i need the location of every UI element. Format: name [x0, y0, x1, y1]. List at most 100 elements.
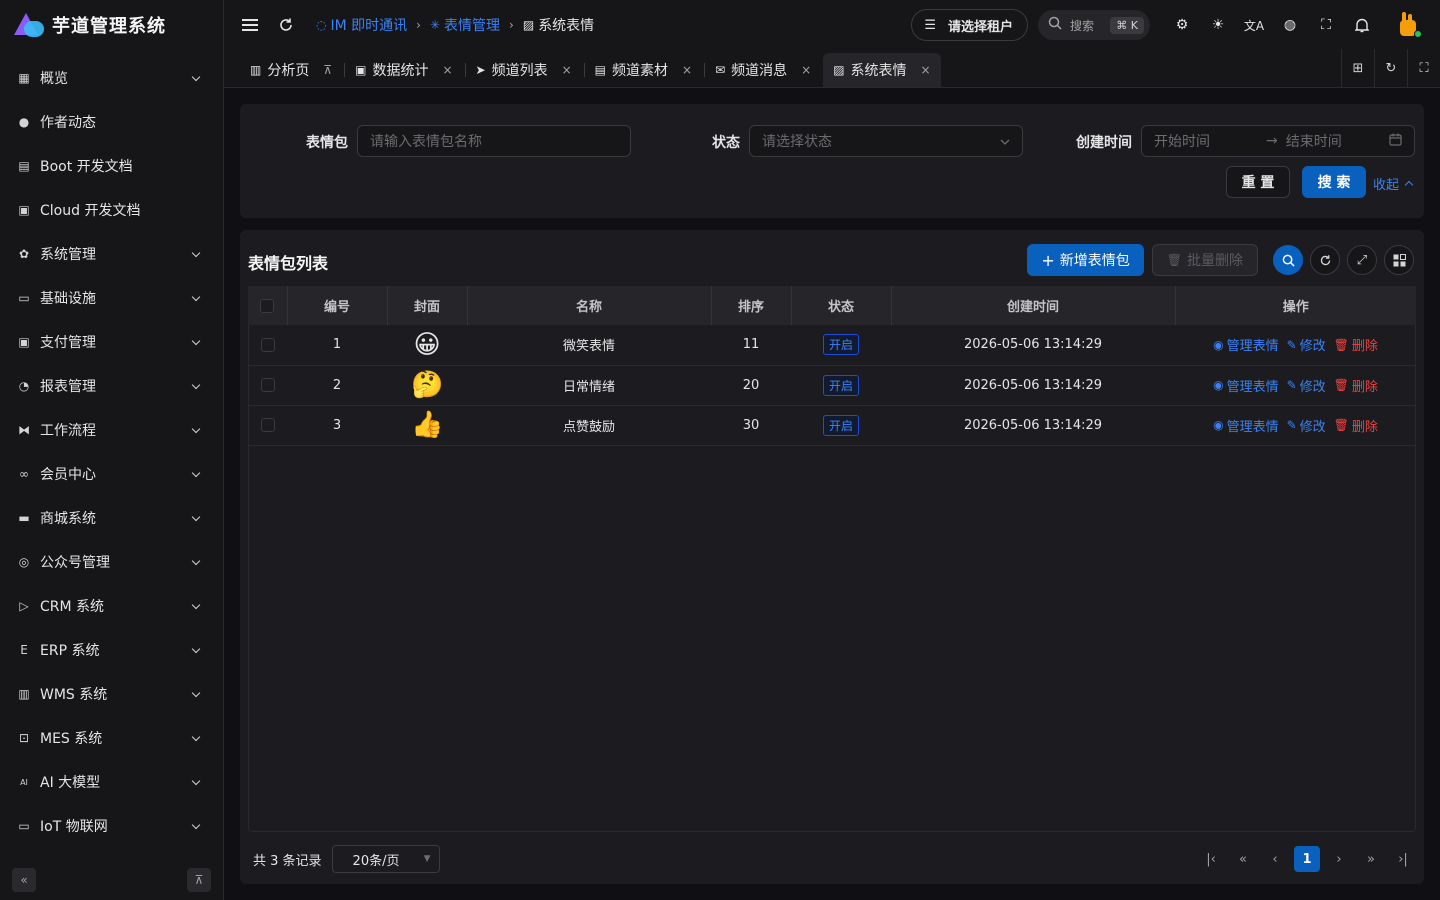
batch-delete-button[interactable]: 🗑 批量删除: [1151, 244, 1258, 276]
sidebar-item[interactable]: ● 作者动态: [0, 100, 223, 144]
tab-item[interactable]: ➤ 频道列表 ×: [466, 53, 582, 87]
first-page-button[interactable]: |‹: [1198, 846, 1224, 872]
delete-button[interactable]: 🗑 删除: [1334, 376, 1378, 395]
sidebar-item[interactable]: ▣ 支付管理: [0, 320, 223, 364]
tab-item[interactable]: ▥ 分析页 ⊼: [240, 53, 342, 87]
sidebar-item[interactable]: ▥ WMS 系统: [0, 672, 223, 716]
sidebar-item[interactable]: ✿ 系统管理: [0, 232, 223, 276]
tab-menu-button[interactable]: ⊞: [1341, 49, 1374, 87]
row-select-cell: [248, 405, 287, 446]
sidebar-item[interactable]: ▭ IoT 物联网: [0, 804, 223, 848]
sidebar-item[interactable]: ▦ 概览: [0, 56, 223, 100]
chevron-down-icon: [189, 511, 203, 525]
breadcrumb-item[interactable]: ◌ IM 即时通讯: [316, 15, 407, 35]
sidebar-item[interactable]: ▣ Cloud 开发文档: [0, 188, 223, 232]
tab-maximize-button[interactable]: ⛶: [1407, 49, 1440, 87]
notification-button[interactable]: [1344, 7, 1380, 43]
sidebar-item[interactable]: ∞ 会员中心: [0, 452, 223, 496]
search-button[interactable]: 搜 索: [1302, 166, 1366, 198]
fullscreen-button[interactable]: ⛶: [1308, 7, 1344, 43]
tab-item[interactable]: ▨ 系统表情 ×: [823, 53, 941, 87]
status-select[interactable]: 请选择状态: [749, 125, 1023, 157]
global-search[interactable]: 搜索 ⌘ K: [1038, 10, 1150, 40]
edit-button[interactable]: ✎ 修改: [1287, 416, 1326, 435]
chevron-down-icon: [189, 423, 203, 437]
pin-icon[interactable]: ⊼: [323, 63, 332, 77]
delete-button[interactable]: 🗑 删除: [1333, 335, 1378, 355]
tenant-selector[interactable]: ☰ 请选择租户: [911, 9, 1028, 41]
table-fullscreen-button[interactable]: ⤢: [1347, 245, 1377, 275]
add-pack-button[interactable]: + 新增表情包: [1027, 244, 1144, 276]
sidebar-item[interactable]: ◎ 公众号管理: [0, 540, 223, 584]
timezone-button[interactable]: ◍: [1272, 7, 1308, 43]
sidebar-item[interactable]: ◔ 报表管理: [0, 364, 223, 408]
next-page-button[interactable]: ›: [1326, 846, 1352, 872]
toggle-search-button[interactable]: [1273, 245, 1303, 275]
breadcrumb-item[interactable]: ▨ 系统表情: [523, 15, 594, 35]
column-settings-button[interactable]: [1384, 245, 1414, 275]
collapse-sidebar-button[interactable]: «: [12, 868, 36, 892]
sidebar-item[interactable]: ⧓ 工作流程: [0, 408, 223, 452]
close-icon[interactable]: ×: [562, 63, 572, 77]
logo[interactable]: 芋道管理系统: [0, 0, 223, 50]
page-number-button[interactable]: 1: [1294, 846, 1320, 872]
page-size-select[interactable]: 20条/页 ▼: [331, 845, 440, 873]
tab-label: 频道列表: [491, 63, 548, 79]
last-page-button[interactable]: ›|: [1390, 846, 1416, 872]
column-header[interactable]: 创建时间: [891, 286, 1176, 325]
pack-name-input[interactable]: 请输入表情包名称: [357, 125, 631, 157]
manage-emoji-button[interactable]: ◉ 管理表情: [1213, 335, 1279, 355]
next-five-pages-button[interactable]: »: [1358, 846, 1384, 872]
refresh-button[interactable]: [276, 15, 296, 35]
avatar[interactable]: [1394, 10, 1424, 40]
close-icon[interactable]: ×: [921, 63, 931, 77]
table-refresh-button[interactable]: [1310, 245, 1340, 275]
edit-button[interactable]: ✎ 修改: [1287, 335, 1326, 355]
reset-button[interactable]: 重 置: [1226, 166, 1290, 198]
sidebar-item[interactable]: ⊡ MES 系统: [0, 716, 223, 760]
tab-item[interactable]: ▣ 数据统计 ×: [345, 53, 462, 87]
tab-refresh-button[interactable]: ↻: [1374, 49, 1407, 87]
cover-image[interactable]: 🤔: [411, 369, 443, 401]
manage-emoji-button[interactable]: ◉ 管理表情: [1213, 416, 1279, 435]
breadcrumb-item[interactable]: ✳ 表情管理: [430, 15, 500, 35]
sidebar-item[interactable]: ▷ CRM 系统: [0, 584, 223, 628]
sidebar-item[interactable]: ▬ 商城系统: [0, 496, 223, 540]
sidebar-item[interactable]: AI AI 大模型: [0, 760, 223, 804]
tab-item[interactable]: ✉ 频道消息 ×: [705, 53, 821, 87]
close-icon[interactable]: ×: [442, 63, 452, 77]
prev-page-button[interactable]: ‹: [1262, 846, 1288, 872]
column-header[interactable]: 名称: [467, 286, 712, 325]
row-checkbox[interactable]: [260, 418, 275, 432]
row-checkbox[interactable]: [260, 378, 275, 392]
sidebar-item[interactable]: E ERP 系统: [0, 628, 223, 672]
column-header[interactable]: 状态: [791, 286, 892, 325]
edit-button[interactable]: ✎ 修改: [1287, 376, 1326, 395]
column-header[interactable]: 编号: [287, 286, 388, 325]
close-icon[interactable]: ×: [801, 63, 811, 77]
row-checkbox[interactable]: [260, 337, 275, 352]
sidebar-item[interactable]: ▤ Boot 开发文档: [0, 144, 223, 188]
pin-sidebar-button[interactable]: ⊼: [187, 868, 211, 892]
refresh-icon: [1320, 254, 1330, 265]
column-header[interactable]: 封面: [387, 286, 468, 325]
trash-icon: 🗑: [1333, 337, 1349, 352]
prev-five-pages-button[interactable]: «: [1230, 846, 1256, 872]
cover-image[interactable]: 👍: [411, 409, 443, 441]
language-button[interactable]: 文A: [1236, 7, 1272, 43]
column-header[interactable]: 排序: [711, 286, 792, 325]
delete-button[interactable]: 🗑 删除: [1334, 416, 1378, 435]
tab-item[interactable]: ▤ 频道素材 ×: [585, 53, 702, 87]
settings-button[interactable]: ⚙: [1164, 7, 1200, 43]
menu-toggle-button[interactable]: [240, 15, 260, 35]
column-header[interactable]: 操作: [1175, 286, 1416, 325]
cover-image[interactable]: 😀: [411, 329, 443, 361]
created-time-range-picker[interactable]: 开始时间 → 结束时间: [1141, 125, 1415, 157]
theme-toggle-button[interactable]: ☀: [1200, 7, 1236, 43]
close-icon[interactable]: ×: [682, 63, 692, 77]
select-all-checkbox[interactable]: [260, 298, 275, 313]
collapse-form-link[interactable]: 收起: [1373, 174, 1414, 193]
chevron-down-icon: [189, 819, 203, 833]
sidebar-item[interactable]: ▭ 基础设施: [0, 276, 223, 320]
manage-emoji-button[interactable]: ◉ 管理表情: [1213, 376, 1279, 395]
